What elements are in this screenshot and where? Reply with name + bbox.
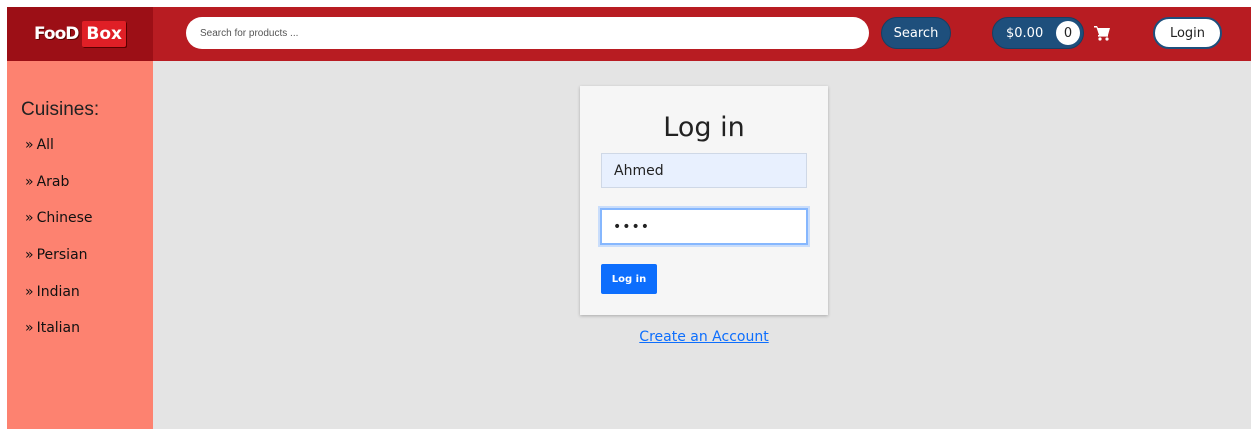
sidebar-item-label: Indian (36, 283, 80, 300)
logo-wordmark: FooD Box (34, 21, 126, 47)
sidebar-item-italian[interactable]: » Italian (25, 310, 93, 347)
cart-count-badge: 0 (1056, 21, 1080, 45)
sidebar-item-indian[interactable]: » Indian (25, 273, 93, 310)
app-frame: FooD Box Search $0.00 0 Login Cuisines: … (7, 7, 1251, 429)
sidebar-item-arab[interactable]: » Arab (25, 164, 93, 201)
password-field[interactable] (600, 208, 808, 245)
cuisine-list: » All » Arab » Chinese » Persian » India… (25, 127, 93, 347)
logo-text-box: Box (82, 21, 126, 47)
login-card: Log in Log in (580, 86, 828, 315)
sidebar-item-label: All (36, 137, 54, 154)
raquo-icon: » (25, 173, 34, 190)
cart-total: $0.00 (1006, 25, 1044, 41)
cart-summary[interactable]: $0.00 0 (992, 17, 1084, 49)
cuisine-sidebar: Cuisines: » All » Arab » Chinese » Persi… (7, 61, 153, 429)
create-account-link[interactable]: Create an Account (580, 329, 828, 345)
sidebar-item-label: Italian (36, 320, 81, 337)
sidebar-item-label: Persian (36, 247, 88, 264)
raquo-icon: » (25, 283, 34, 300)
login-title: Log in (663, 112, 745, 143)
raquo-icon: » (25, 320, 34, 337)
logo-text-food: FooD (33, 24, 79, 44)
sidebar-item-label: Chinese (36, 210, 93, 227)
raquo-icon: » (25, 137, 34, 154)
cart-icon[interactable] (1093, 24, 1111, 42)
sidebar-item-all[interactable]: » All (25, 127, 93, 164)
sidebar-item-persian[interactable]: » Persian (25, 237, 93, 274)
sidebar-title: Cuisines: (21, 99, 100, 120)
raquo-icon: » (25, 210, 34, 227)
food-box-logo[interactable]: FooD Box (7, 7, 153, 61)
raquo-icon: » (25, 247, 34, 264)
search-input[interactable] (186, 17, 869, 49)
login-button[interactable]: Login (1153, 17, 1222, 49)
sidebar-item-label: Arab (36, 173, 70, 190)
username-field[interactable] (601, 153, 807, 188)
sidebar-item-chinese[interactable]: » Chinese (25, 200, 93, 237)
search-button[interactable]: Search (881, 17, 951, 49)
top-navbar: FooD Box Search $0.00 0 Login (7, 7, 1251, 61)
submit-login-button[interactable]: Log in (601, 264, 657, 294)
